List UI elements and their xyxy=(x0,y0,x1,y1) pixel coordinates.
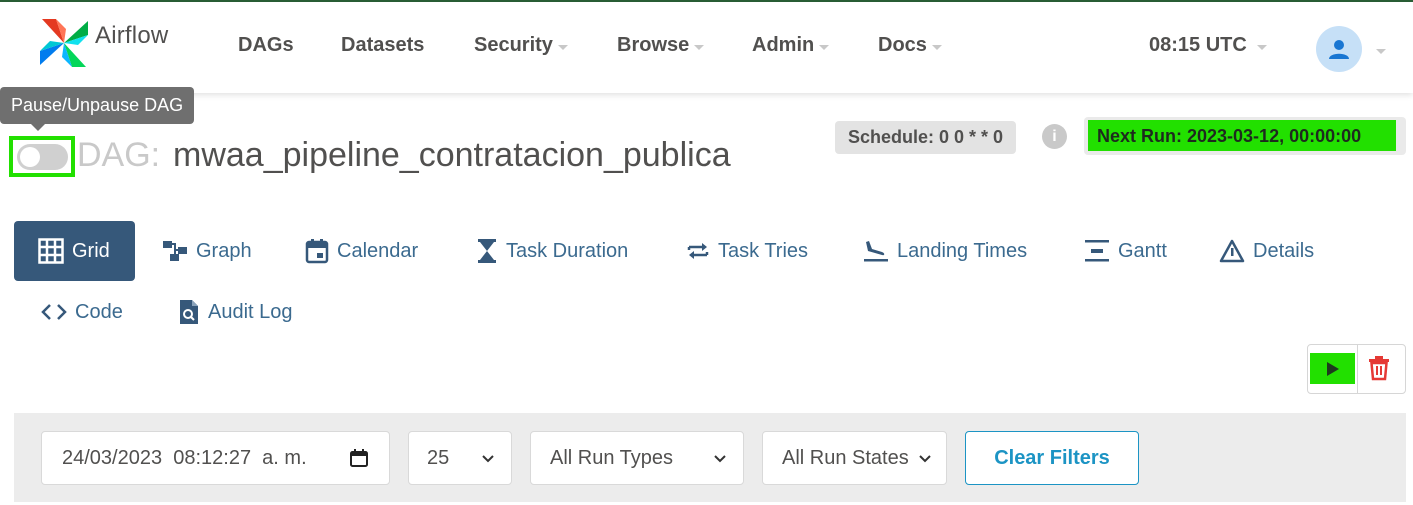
user-menu-avatar[interactable] xyxy=(1316,26,1362,72)
run-state-value: All Run States xyxy=(782,446,909,469)
trigger-dag-button[interactable] xyxy=(1310,353,1355,384)
caret-down-icon[interactable] xyxy=(1376,49,1386,54)
tooltip-arrow xyxy=(31,124,45,131)
nav-label: Admin xyxy=(752,34,815,56)
tab-label: Graph xyxy=(196,239,252,262)
trash-icon xyxy=(1369,356,1389,381)
tab-grid[interactable]: Grid xyxy=(14,221,135,281)
dag-label-prefix: DAG: xyxy=(77,136,161,174)
delete-dag-button[interactable] xyxy=(1368,355,1390,386)
navbar: Airflow DAGs Datasets Security Browse Ad… xyxy=(0,2,1413,93)
num-runs-value: 25 xyxy=(427,446,450,469)
next-run-text: Next Run: 2023-03-12, 00:00:00 xyxy=(1088,120,1396,151)
run-type-select[interactable]: All Run Types xyxy=(530,431,744,485)
base-date-value: 24/03/2023 08:12:27 a. m. xyxy=(62,446,307,469)
base-date-input[interactable]: 24/03/2023 08:12:27 a. m. xyxy=(41,431,390,485)
pause-toggle-highlight xyxy=(9,136,75,177)
pause-toggle[interactable] xyxy=(17,144,68,170)
plane-landing-icon xyxy=(864,241,888,262)
clock-text: 08:15 UTC xyxy=(1149,34,1247,56)
nav-browse[interactable]: Browse xyxy=(617,34,705,57)
tab-label: Audit Log xyxy=(208,300,293,323)
calendar-picker-icon[interactable] xyxy=(349,448,369,468)
tab-label: Grid xyxy=(72,239,110,262)
num-runs-select[interactable]: 25 xyxy=(408,431,512,485)
dag-actions-group xyxy=(1307,344,1406,394)
timezone-clock[interactable]: 08:15 UTC xyxy=(1149,34,1267,57)
nav-label: Browse xyxy=(617,34,690,56)
warning-triangle-icon xyxy=(1219,239,1245,263)
nav-label: Docs xyxy=(878,34,927,56)
schedule-badge: Schedule: 0 0 * * 0 xyxy=(835,121,1017,154)
tab-task-duration[interactable]: Task Duration xyxy=(476,221,628,281)
chevron-down-icon xyxy=(482,455,494,463)
run-type-value: All Run Types xyxy=(550,446,674,469)
nav-docs[interactable]: Docs xyxy=(878,34,942,57)
tab-task-tries[interactable]: Task Tries xyxy=(686,221,808,281)
nav-label: Datasets xyxy=(341,34,425,56)
tab-label: Calendar xyxy=(337,239,419,262)
info-icon[interactable]: i xyxy=(1042,124,1067,149)
tab-gantt[interactable]: Gantt xyxy=(1084,221,1167,281)
graph-icon xyxy=(163,241,187,261)
grid-icon xyxy=(38,238,64,264)
user-icon xyxy=(1329,40,1349,59)
tab-calendar[interactable]: Calendar xyxy=(305,221,418,281)
tab-label: Landing Times xyxy=(897,239,1028,262)
hourglass-icon xyxy=(478,239,496,263)
caret-down-icon xyxy=(1256,44,1267,50)
chevron-down-icon xyxy=(714,455,726,463)
brand-name: Airflow xyxy=(95,22,169,49)
tab-label: Task Tries xyxy=(718,239,809,262)
chevron-down-icon xyxy=(919,455,931,463)
nav-datasets[interactable]: Datasets xyxy=(341,34,424,57)
tab-graph[interactable]: Graph xyxy=(162,221,252,281)
play-icon xyxy=(1326,361,1339,376)
nav-label: DAGs xyxy=(238,34,294,56)
caret-down-icon xyxy=(819,44,830,50)
tab-label: Task Duration xyxy=(506,239,629,262)
tab-code[interactable]: Code xyxy=(41,282,123,342)
code-icon xyxy=(41,304,67,320)
tab-label: Gantt xyxy=(1118,239,1167,262)
tab-details[interactable]: Details xyxy=(1219,221,1314,281)
nav-admin[interactable]: Admin xyxy=(752,34,830,57)
clear-filters-button[interactable]: Clear Filters xyxy=(965,431,1139,485)
caret-down-icon xyxy=(557,44,568,50)
divider xyxy=(1357,345,1358,393)
caret-down-icon xyxy=(694,44,705,50)
pause-tooltip: Pause/Unpause DAG xyxy=(0,87,195,124)
tab-label: Code xyxy=(75,300,123,323)
caret-down-icon xyxy=(931,44,942,50)
nav-security[interactable]: Security xyxy=(474,34,568,57)
run-state-select[interactable]: All Run States xyxy=(762,431,947,485)
airflow-pinwheel-icon xyxy=(40,19,88,67)
tab-landing-times[interactable]: Landing Times xyxy=(863,221,1027,281)
filter-bar: 24/03/2023 08:12:27 a. m. 25 All Run Typ… xyxy=(14,413,1406,502)
gantt-icon xyxy=(1085,240,1109,262)
audit-file-icon xyxy=(180,300,198,324)
next-run-badge: Next Run: 2023-03-12, 00:00:00 xyxy=(1084,117,1406,155)
nav-label: Security xyxy=(474,34,553,56)
dag-title: mwaa_pipeline_contratacion_publica xyxy=(173,136,731,174)
tab-label: Details xyxy=(1253,239,1315,262)
tab-audit-log[interactable]: Audit Log xyxy=(178,282,293,342)
brand-home-link[interactable]: Airflow xyxy=(36,15,168,71)
calendar-icon xyxy=(305,239,329,264)
retry-arrows-icon xyxy=(687,243,709,259)
toggle-knob xyxy=(20,147,40,167)
nav-dags[interactable]: DAGs xyxy=(238,34,294,57)
